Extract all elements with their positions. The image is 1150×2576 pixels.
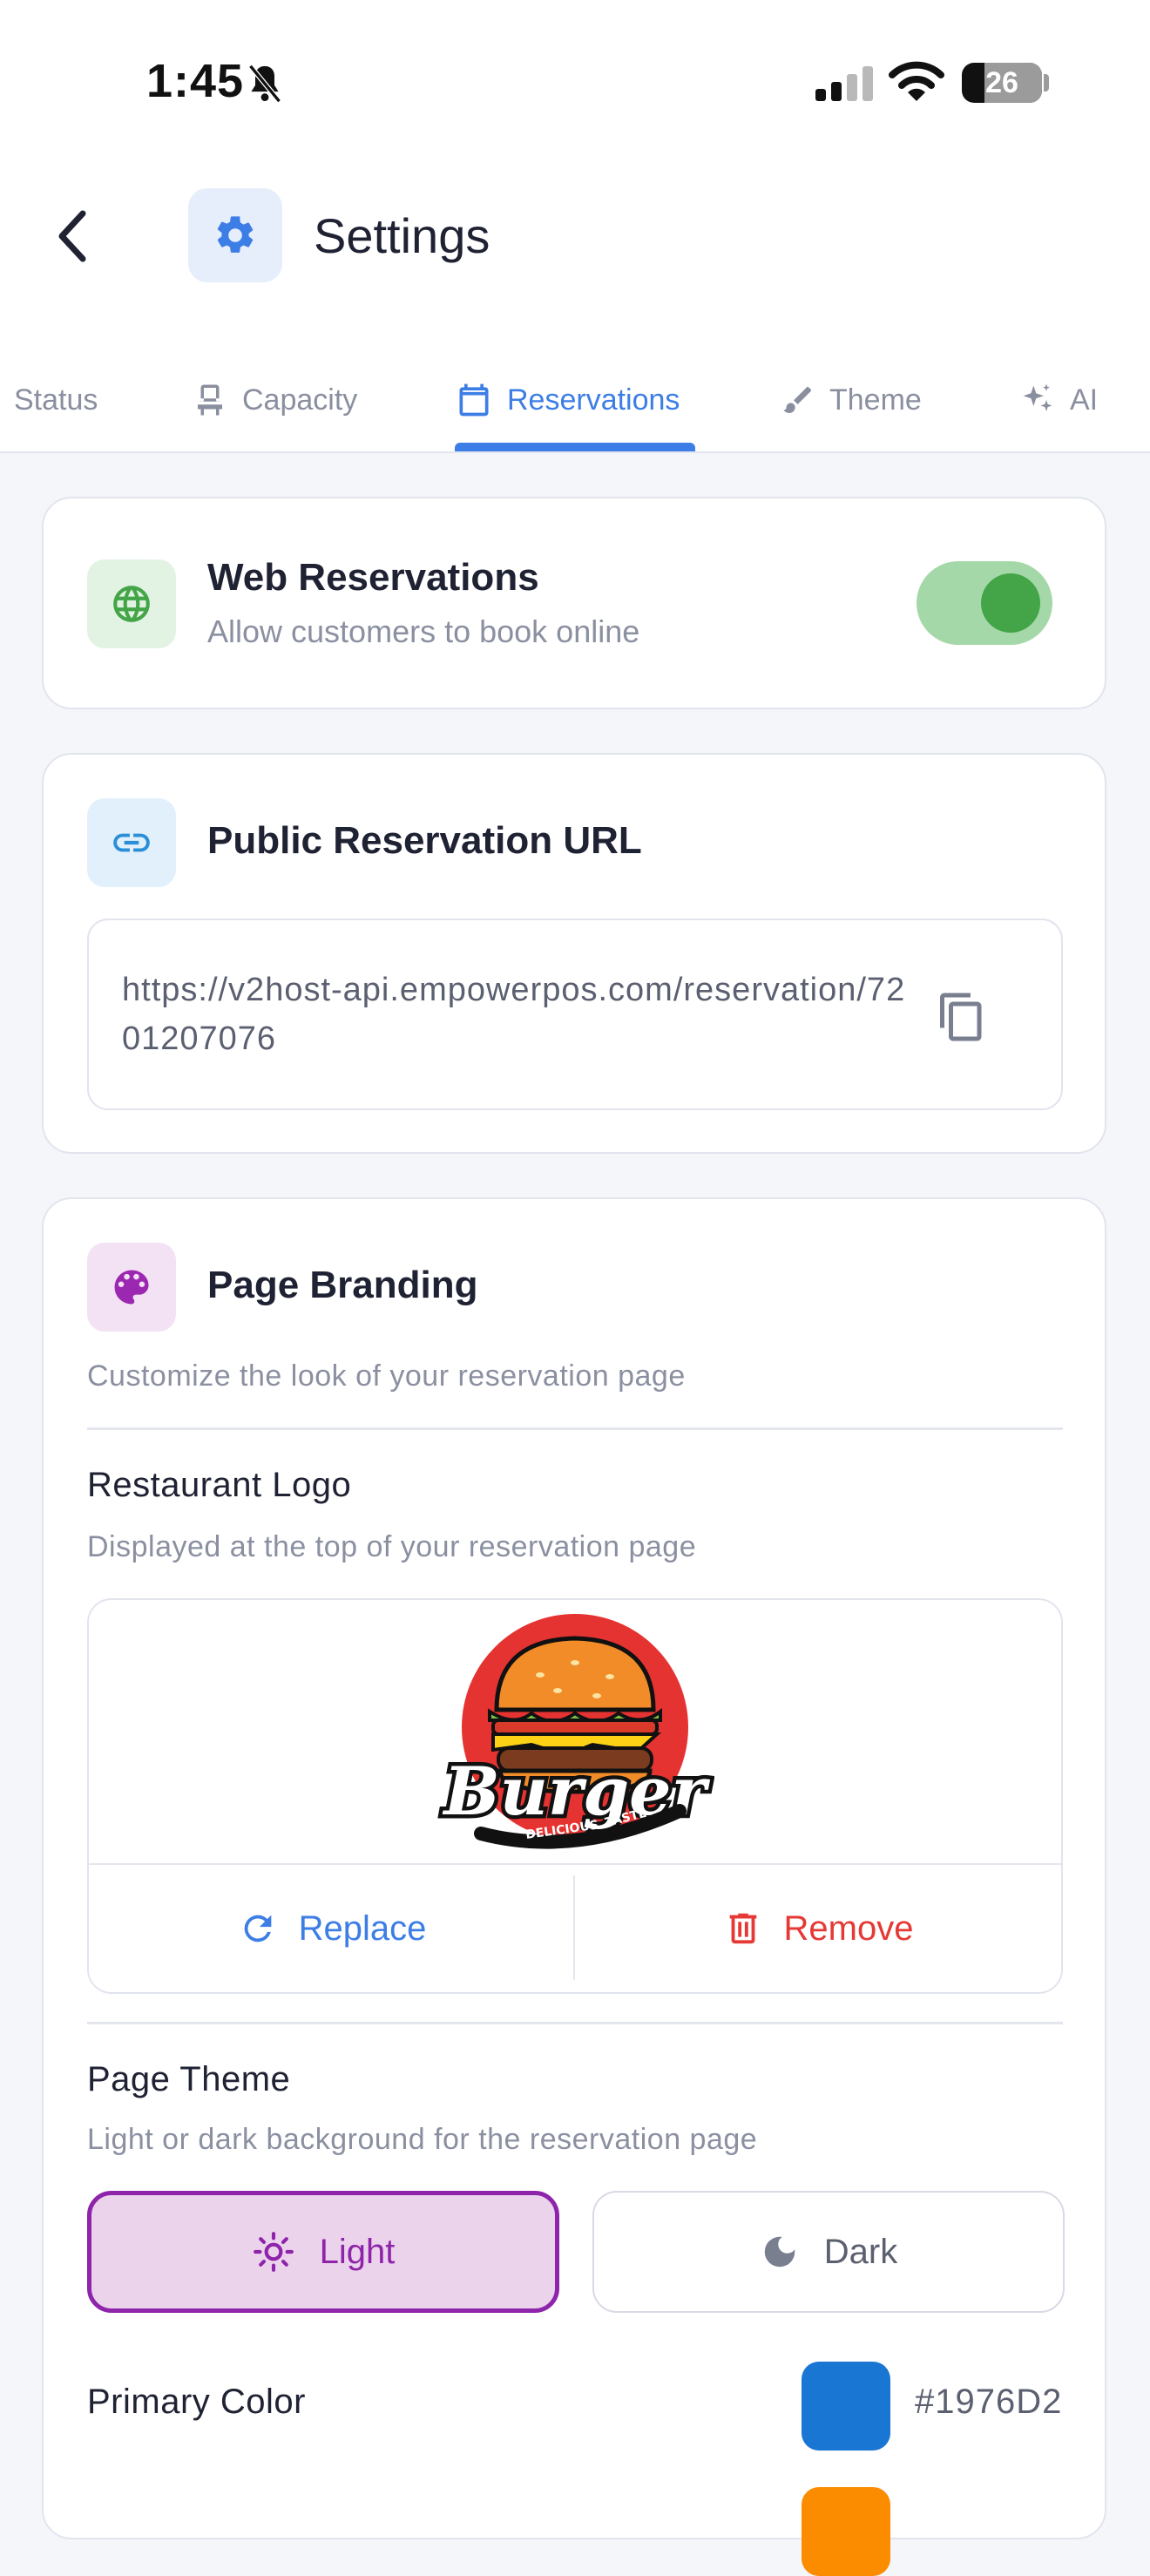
toggle-knob [981,573,1040,633]
theme-option-dark[interactable]: Dark [592,2191,1065,2313]
replace-label: Replace [298,1908,427,1948]
tab-label: Reservations [507,383,680,417]
page-title: Settings [314,208,490,263]
sparkles-icon [1023,383,1052,411]
link-icon-badge [87,798,176,887]
battery-icon: 26 [962,63,1042,103]
tab-theme[interactable]: Theme [781,349,922,451]
status-time: 1:45 [146,55,245,107]
refresh-icon [244,1915,271,1942]
primary-color-hex: #1976D2 [915,2383,1063,2421]
gear-icon [217,216,254,253]
battery-tip [1044,74,1049,92]
calendar-icon [459,383,489,417]
globe-icon [113,586,150,622]
palette-icon [114,1270,149,1305]
section-divider [87,1427,1063,1430]
tab-capacity[interactable]: Capacity [192,349,357,451]
public-url-title: Public Reservation URL [207,819,642,862]
tab-label: AI [1070,383,1099,417]
bell-off-icon [248,64,281,104]
page-branding-description: Customize the look of your reservation p… [87,1359,686,1393]
theme-light-label: Light [319,2232,396,2271]
tab-ai[interactable]: AI [1018,349,1098,451]
tab-reservations[interactable]: Reservations [455,349,680,451]
logo-upload-box: Burger DELICIOUS TASTE Replace Remove [87,1598,1063,1994]
moon-icon [764,2236,795,2268]
primary-color-swatch[interactable] [802,2362,890,2451]
tab-divider [0,451,1150,453]
logo-preview: Burger DELICIOUS TASTE [89,1600,1061,1865]
copy-icon [940,993,982,1041]
page-branding-card: Page Branding Customize the look of your… [42,1197,1106,2576]
chair-icon [198,384,222,416]
page-theme-description: Light or dark background for the reserva… [87,2123,758,2156]
link-icon [113,833,150,852]
copy-url-button[interactable] [930,983,993,1051]
active-tab-indicator [455,443,695,451]
restaurant-logo-label: Restaurant Logo [87,1466,352,1504]
page-theme-label: Page Theme [87,2060,291,2098]
top-app-bar: 1:45 26 Settings Status Capacity Reserva… [0,0,1150,453]
remove-logo-button[interactable]: Remove [575,1865,1061,1992]
web-reservations-subtitle: Allow customers to book online [207,613,640,649]
sun-icon [253,2232,294,2272]
replace-logo-button[interactable]: Replace [89,1865,575,1992]
palette-icon-badge [87,1243,176,1332]
chevron-left-icon [58,210,86,262]
tab-label: Theme [829,383,922,417]
tab-status[interactable]: Status [14,349,98,451]
brush-icon [783,386,812,413]
back-button[interactable] [44,197,101,275]
tab-label: Status [14,383,98,417]
battery-level: 26 [985,66,1018,99]
public-url-card: Public Reservation URL https://v2host-ap… [42,753,1106,1154]
burger-logo-image: Burger DELICIOUS TASTE [438,1614,714,1849]
section-divider [87,2022,1063,2024]
wifi-icon [889,61,944,101]
page-branding-title: Page Branding [207,1264,478,1306]
trash-icon [729,1913,756,1944]
web-reservations-toggle[interactable] [917,561,1052,645]
settings-tabs: Status Capacity Reservations Theme AI [0,349,1150,451]
web-reservations-title: Web Reservations [207,556,539,599]
globe-icon-badge [87,559,176,648]
primary-color-label: Primary Color [87,2383,306,2421]
cellular-signal-icon [815,66,873,101]
restaurant-logo-description: Displayed at the top of your reservation… [87,1530,697,1563]
theme-dark-label: Dark [823,2232,898,2271]
tab-label: Capacity [242,383,358,417]
public-url-text[interactable]: https://v2host-api.empowerpos.com/reserv… [122,966,906,1063]
settings-header-icon [188,188,282,282]
remove-label: Remove [783,1908,914,1948]
theme-option-light[interactable]: Light [87,2191,559,2313]
web-reservations-card: Web Reservations Allow customers to book… [42,497,1106,709]
secondary-color-swatch[interactable] [802,2487,890,2576]
public-url-field: https://v2host-api.empowerpos.com/reserv… [87,919,1063,1110]
